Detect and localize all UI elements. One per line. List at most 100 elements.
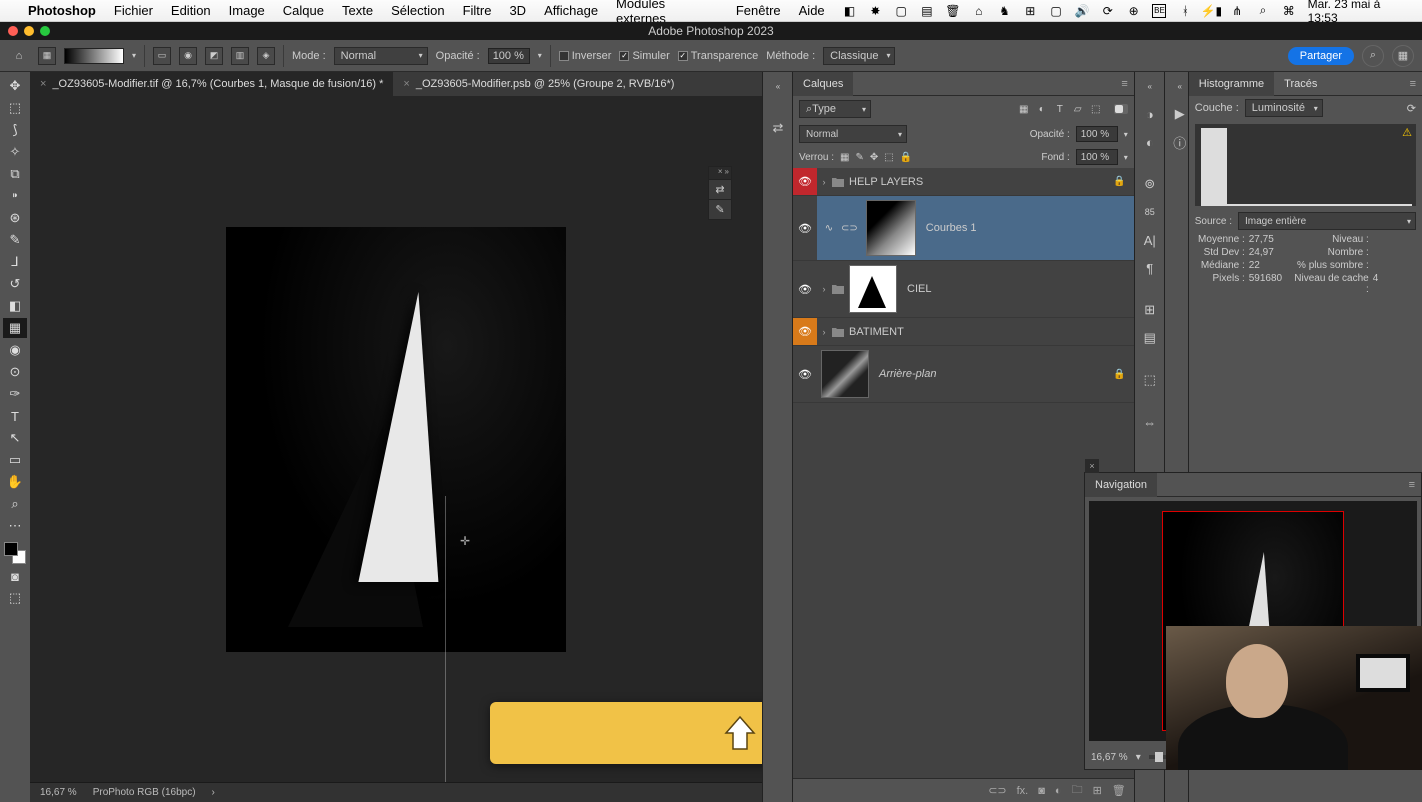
cache-warning-icon[interactable]: ⚠: [1402, 126, 1412, 139]
visibility-toggle[interactable]: 👁: [793, 196, 817, 260]
layer-thumb[interactable]: [821, 350, 869, 398]
crop-tool[interactable]: ⧉: [3, 164, 27, 184]
gradient-radial-icon[interactable]: ◉: [179, 47, 197, 65]
color-icon[interactable]: ◑: [1135, 100, 1165, 128]
contrast-icon[interactable]: ◐: [1135, 128, 1165, 156]
adjustment-layer-icon[interactable]: ◐: [1055, 785, 1062, 797]
fill-input[interactable]: 100 %: [1076, 149, 1118, 165]
layer-background-row[interactable]: 👁 Arrière-plan 🔒: [793, 346, 1134, 403]
path-tool[interactable]: ↖: [3, 428, 27, 448]
lock-pos-icon[interactable]: ✥: [870, 152, 878, 163]
mask-link-icon[interactable]: ⊂⊃: [841, 223, 858, 234]
sys-lang-icon[interactable]: BE: [1152, 4, 1166, 18]
zoom-out-icon[interactable]: ▾: [1136, 752, 1141, 763]
document-tab[interactable]: × _OZ93605-Modifier.tif @ 16,7% (Courbes…: [30, 72, 393, 96]
layer-group-row[interactable]: 👁 › CIEL: [793, 261, 1134, 318]
color-swatch[interactable]: [4, 542, 26, 564]
visibility-toggle[interactable]: 👁: [793, 318, 817, 345]
sys-icon[interactable]: ⊞: [1023, 4, 1037, 18]
control-center-icon[interactable]: ⌘: [1282, 4, 1296, 18]
brush-preset-icon[interactable]: ✎: [709, 199, 731, 219]
document-tab[interactable]: × _OZ93605-Modifier.psb @ 25% (Groupe 2,…: [393, 72, 684, 96]
wand-tool[interactable]: ✧: [3, 142, 27, 162]
disclosure-icon[interactable]: ›: [817, 327, 831, 337]
link-layers-icon[interactable]: ⊂⊃: [988, 784, 1006, 797]
blur-tool[interactable]: ◉: [3, 340, 27, 360]
blend-mode-dropdown[interactable]: Normal: [334, 47, 428, 65]
gradient-tool[interactable]: ▦: [3, 318, 27, 338]
align-icon[interactable]: A|: [1135, 226, 1165, 254]
adjustments-icon[interactable]: ⇄: [763, 114, 793, 142]
canvas-viewport[interactable]: ✛ ×» ⇄ ✎: [30, 96, 762, 782]
heal-tool[interactable]: ⊛: [3, 208, 27, 228]
nav-zoom-readout[interactable]: 16,67 %: [1091, 752, 1128, 763]
menu-aide[interactable]: Aide: [799, 3, 825, 18]
layer-name[interactable]: Courbes 1: [926, 222, 977, 234]
adjustment-icon[interactable]: ⇄: [709, 179, 731, 199]
lock-artboard-icon[interactable]: ⬚: [884, 152, 893, 163]
menu-affichage[interactable]: Affichage: [544, 3, 598, 18]
panel-menu-icon[interactable]: ≡: [1403, 479, 1421, 491]
simuler-checkbox[interactable]: Simuler: [619, 50, 669, 62]
history-brush-tool[interactable]: ↺: [3, 274, 27, 294]
eyedrop-tool[interactable]: ⁍: [3, 186, 27, 206]
move-tool[interactable]: ✥: [3, 76, 27, 96]
layer-mask-thumb[interactable]: [849, 265, 897, 313]
expand-strip-icon[interactable]: «: [1135, 72, 1165, 100]
edit-toolbar[interactable]: ⋯: [3, 516, 27, 536]
swatches-icon[interactable]: ⊚: [1135, 170, 1165, 198]
gradient-linear-icon[interactable]: ▭: [153, 47, 171, 65]
navigation-tab[interactable]: Navigation: [1085, 473, 1157, 497]
sys-icon[interactable]: 🔊: [1075, 4, 1089, 18]
close-icon[interactable]: ×: [718, 167, 723, 179]
layer-group-row[interactable]: 👁 › BATIMENT: [793, 318, 1134, 346]
sys-icon[interactable]: ▢: [1049, 4, 1063, 18]
lock-trans-icon[interactable]: ▦: [840, 152, 849, 163]
opacity-slider-icon[interactable]: ▾: [538, 51, 542, 60]
filter-pixel-icon[interactable]: ▦: [1016, 101, 1032, 117]
notes-icon[interactable]: ▤: [1135, 324, 1165, 352]
collapse-icon[interactable]: »: [725, 167, 729, 179]
hand-tool[interactable]: ✋: [3, 472, 27, 492]
menu-calque[interactable]: Calque: [283, 3, 324, 18]
sys-icon[interactable]: ⟳: [1101, 4, 1115, 18]
filter-adjust-icon[interactable]: ◐: [1034, 101, 1050, 117]
menu-fenetre[interactable]: Fenêtre: [736, 3, 781, 18]
shape-tool[interactable]: ▭: [3, 450, 27, 470]
screenmode-tool[interactable]: ⬚: [3, 588, 27, 608]
menu-selection[interactable]: Sélection: [391, 3, 444, 18]
fx-icon[interactable]: fx.: [1017, 785, 1029, 797]
lasso-tool[interactable]: ⟆: [3, 120, 27, 140]
filter-shape-icon[interactable]: ▱: [1070, 101, 1086, 117]
channel-dropdown[interactable]: Luminosité: [1245, 99, 1323, 117]
layer-name[interactable]: HELP LAYERS: [849, 176, 923, 188]
floating-toolbar[interactable]: ×» ⇄ ✎: [708, 166, 732, 220]
battery-icon[interactable]: ⚡▮: [1204, 4, 1218, 18]
gradient-preview[interactable]: [64, 48, 124, 64]
sys-icon[interactable]: ⌂: [972, 4, 986, 18]
measure-icon[interactable]: ⇔: [1135, 408, 1165, 436]
source-dropdown[interactable]: Image entière: [1238, 212, 1416, 230]
profile-readout[interactable]: ProPhoto RGB (16bpc): [93, 787, 196, 798]
menu-image[interactable]: Image: [229, 3, 265, 18]
menu-edition[interactable]: Edition: [171, 3, 211, 18]
props-icon[interactable]: 85: [1135, 198, 1165, 226]
disclosure-icon[interactable]: ›: [817, 177, 831, 187]
transparence-checkbox[interactable]: Transparence: [678, 50, 758, 62]
refresh-icon[interactable]: ⟳: [1407, 102, 1416, 115]
visibility-toggle[interactable]: 👁: [793, 168, 817, 195]
layer-adjustment-row[interactable]: 👁 ∿ ⊂⊃ Courbes 1: [793, 196, 1134, 261]
panel-menu-icon[interactable]: ≡: [1115, 78, 1133, 90]
layer-name[interactable]: BATIMENT: [849, 326, 904, 338]
lock-paint-icon[interactable]: ✎: [855, 152, 863, 163]
opacity-slider-icon[interactable]: ▾: [1124, 130, 1128, 139]
menu-texte[interactable]: Texte: [342, 3, 373, 18]
gradient-angle-icon[interactable]: ◩: [205, 47, 223, 65]
visibility-toggle[interactable]: 👁: [793, 261, 817, 317]
zoom-tool[interactable]: ⌕: [3, 494, 27, 514]
layer-filter-dropdown[interactable]: ⌕ Type: [799, 100, 871, 118]
histogram-tab[interactable]: Histogramme: [1189, 72, 1274, 96]
dodge-tool[interactable]: ⊙: [3, 362, 27, 382]
sys-icon[interactable]: ⊕: [1127, 4, 1141, 18]
quickmask-tool[interactable]: ◙: [3, 566, 27, 586]
